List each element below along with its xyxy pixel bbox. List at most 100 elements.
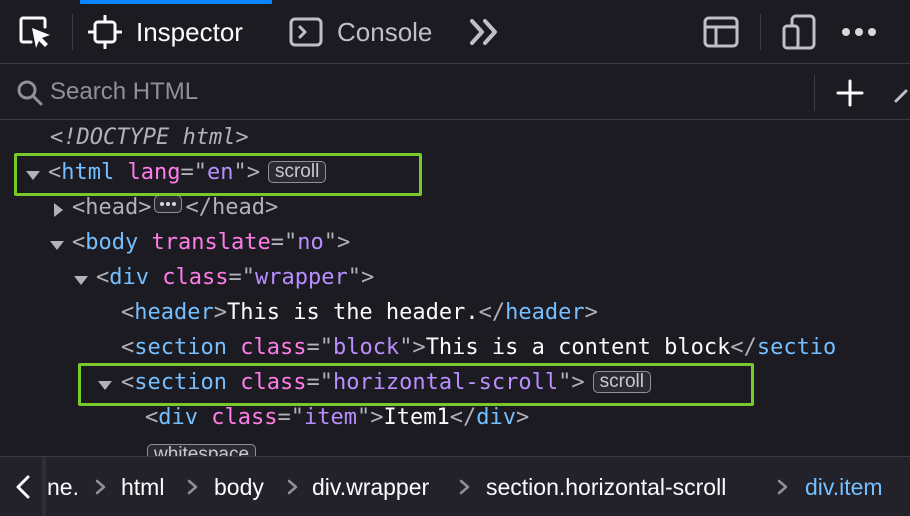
close-tag-name: sectio <box>756 335 837 360</box>
attr-value: wrapper <box>254 265 348 290</box>
expand-toggle-icon[interactable] <box>74 276 88 285</box>
responsive-design-icon <box>782 14 816 50</box>
markup-node-header[interactable]: <header>This is the header.</header> <box>0 297 910 332</box>
element-picker-icon <box>19 16 50 48</box>
breadcrumb-item[interactable]: div.wrapper <box>312 474 429 501</box>
tag-name: body <box>85 230 139 255</box>
close-tag-name: head <box>211 195 265 220</box>
markup-node-body[interactable]: <body translate="no"> <box>0 227 910 262</box>
breadcrumb-item-selected[interactable]: div.item <box>805 474 883 501</box>
toolbar-separator <box>72 14 73 50</box>
eyedropper-button[interactable] <box>886 73 910 113</box>
node-text: whitespace <box>139 443 257 456</box>
toolbar-separator <box>760 14 761 50</box>
doctype-text: <!DOCTYPE html> <box>50 125 249 150</box>
chevron-right-icon <box>95 479 106 495</box>
add-node-button[interactable] <box>830 73 870 113</box>
attr-value: block <box>332 335 400 360</box>
chevron-right-icon <box>777 479 788 495</box>
markup-node-section-block[interactable]: <section class="block">This is a content… <box>0 332 910 367</box>
node-text: <head> </head> <box>72 195 279 220</box>
text-content: This is the header. <box>226 300 479 325</box>
tag-name: div <box>158 405 198 430</box>
overflow-chevrons-icon <box>470 19 497 45</box>
console-icon <box>289 17 323 47</box>
expand-toggle-icon[interactable] <box>50 241 64 250</box>
chevron-right-icon <box>459 479 470 495</box>
tag-name: section <box>134 335 227 360</box>
search-html-input[interactable] <box>50 75 750 109</box>
attr-value: item <box>303 405 357 430</box>
collapse-toggle-icon[interactable] <box>54 203 63 217</box>
chevron-right-icon <box>287 479 298 495</box>
node-text: <section class="block">This is a content… <box>121 335 837 360</box>
tag-name: html <box>61 160 115 185</box>
node-text: <section class="horizontal-scroll"> scrol… <box>121 370 651 395</box>
text-content: This is a content block <box>425 335 731 360</box>
tab-console-label: Console <box>337 16 433 47</box>
ellipsis-badge[interactable] <box>154 195 183 213</box>
responsive-design-button[interactable] <box>778 0 820 64</box>
attr-value: no <box>297 230 324 255</box>
tab-console[interactable]: Console <box>285 0 445 64</box>
breadcrumb-item[interactable]: ne. <box>47 474 79 501</box>
tag-name: section <box>134 370 227 395</box>
more-options-icon <box>842 28 876 36</box>
node-text: <div class="wrapper"> <box>96 265 375 290</box>
breadcrumb-item[interactable]: section.horizontal-scroll <box>486 474 726 501</box>
attr-name: translate <box>151 230 271 255</box>
markup-tree[interactable]: <!DOCTYPE html> <html lang="en"> scroll <… <box>0 121 910 456</box>
search-separator <box>814 75 815 111</box>
toggle-layout-button[interactable] <box>700 0 742 64</box>
whitespace-badge[interactable]: whitespace <box>147 444 257 456</box>
markup-node-html[interactable]: <html lang="en"> scroll <box>0 157 910 192</box>
breadcrumb-divider <box>42 457 46 516</box>
layout-panel-icon <box>703 16 739 48</box>
active-tab-indicator <box>80 0 272 4</box>
markup-node-wrapper[interactable]: <div class="wrapper"> <box>0 262 910 297</box>
markup-node-section-horizontal-scroll[interactable]: <section class="horizontal-scroll"> scrol… <box>0 367 910 402</box>
node-text: <body translate="no"> <box>72 230 351 255</box>
expand-toggle-icon[interactable] <box>26 171 40 180</box>
plus-icon <box>836 79 864 107</box>
eyedropper-icon <box>894 89 908 103</box>
tab-inspector-label: Inspector <box>136 16 243 47</box>
scroll-badge[interactable]: scroll <box>267 161 327 183</box>
tag-name: div <box>109 265 149 290</box>
node-text: <html lang="en"> scroll <box>48 160 327 185</box>
devtools-toolbar: Inspector Console <box>0 0 910 64</box>
markup-node-doctype[interactable]: <!DOCTYPE html> <box>0 122 910 157</box>
tab-inspector[interactable]: Inspector <box>80 0 272 64</box>
search-bar <box>0 65 910 120</box>
text-content: Item1 <box>383 405 450 430</box>
breadcrumb: ne. html body div.wrapper section.horizo… <box>0 456 910 516</box>
search-icon <box>17 80 43 106</box>
close-tag-name: header <box>505 300 585 325</box>
breadcrumb-scroll-left-button[interactable] <box>6 457 40 516</box>
tag-name: head <box>85 195 139 220</box>
attr-value: en <box>206 160 234 185</box>
more-tools-button[interactable] <box>465 0 505 64</box>
tag-name: header <box>134 300 214 325</box>
chevron-right-icon <box>187 479 198 495</box>
more-options-button[interactable] <box>838 0 880 64</box>
close-tag-name: div <box>476 405 516 430</box>
markup-node-whitespace[interactable]: whitespace <box>0 437 910 456</box>
breadcrumb-item[interactable]: html <box>121 474 164 501</box>
markup-node-item[interactable]: <div class="item">Item1</div> <box>0 402 910 437</box>
breadcrumb-item[interactable]: body <box>214 474 264 501</box>
chevron-left-icon <box>16 475 30 499</box>
expand-toggle-icon[interactable] <box>98 381 112 390</box>
attr-name: lang <box>127 160 181 185</box>
attr-name: class <box>162 265 229 290</box>
attr-name: class <box>240 370 307 395</box>
inspector-icon <box>88 15 122 49</box>
attr-name: class <box>240 335 307 360</box>
attr-name: class <box>211 405 278 430</box>
attr-value: horizontal-scroll <box>332 370 559 395</box>
scroll-badge[interactable]: scroll <box>592 371 651 393</box>
node-text: <div class="item">Item1</div> <box>145 405 530 430</box>
markup-node-head[interactable]: <head> </head> <box>0 192 910 227</box>
element-picker-button[interactable] <box>12 0 58 64</box>
node-text: <header>This is the header.</header> <box>121 300 598 325</box>
